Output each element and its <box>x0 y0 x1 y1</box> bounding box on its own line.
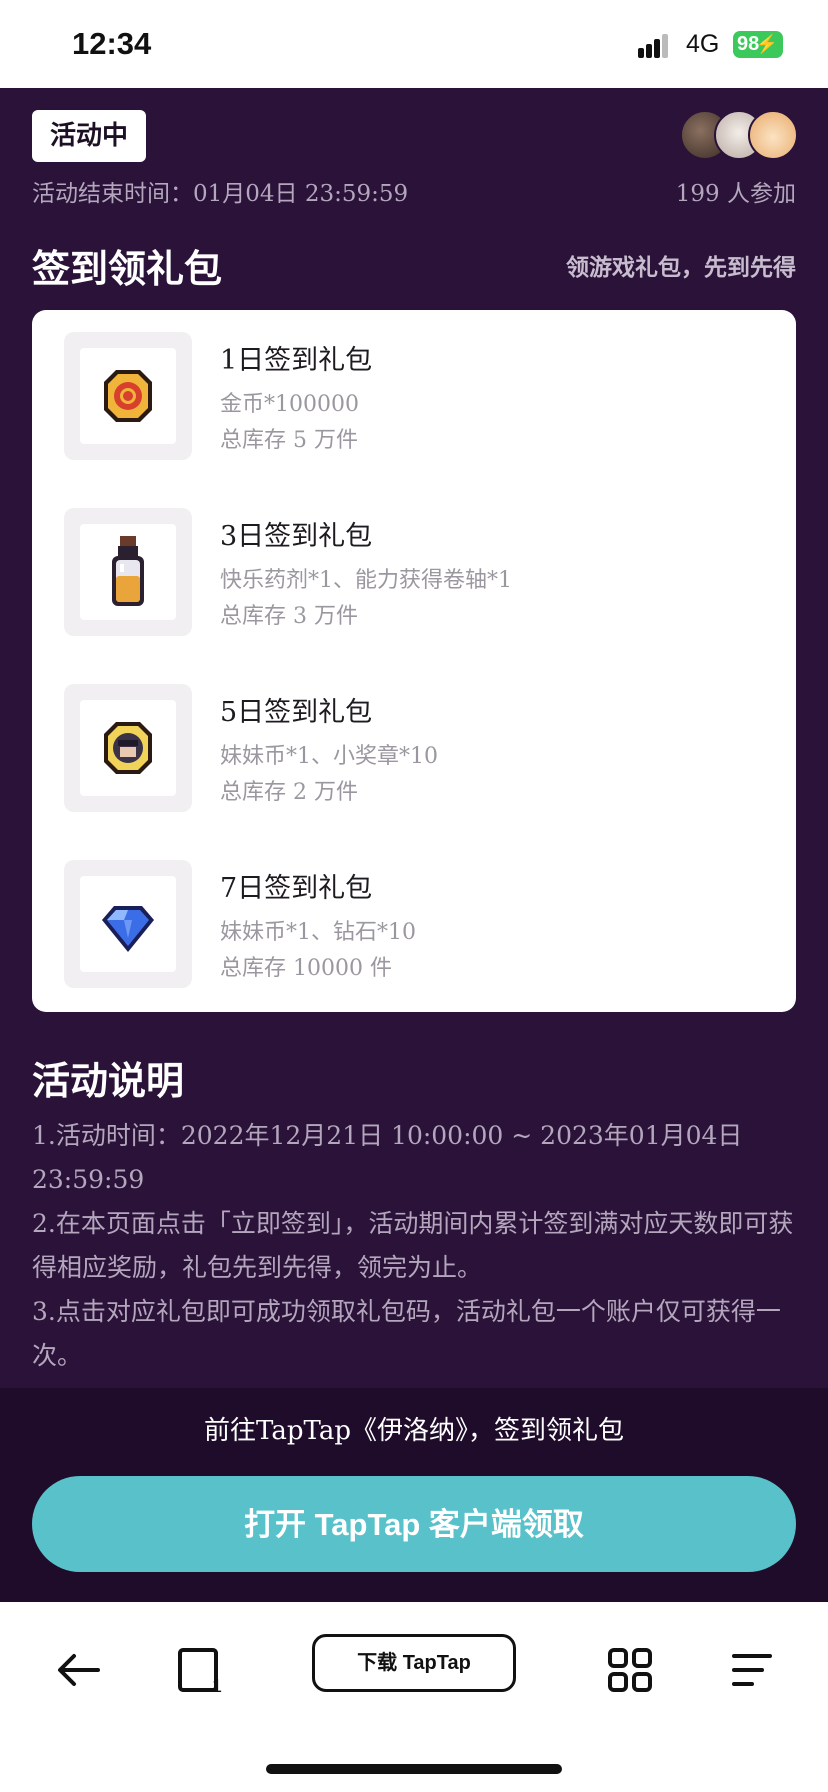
section-title: 签到领礼包 <box>32 247 223 291</box>
gift-thumbnail <box>64 860 192 988</box>
participant-count: 199 人参加 <box>675 181 796 207</box>
status-badge: 活动中 <box>32 110 147 162</box>
gift-content: 金币*100000 <box>220 392 359 417</box>
gift-item[interactable]: 1日签到礼包 金币*100000 总库存 5 万件 <box>64 332 764 460</box>
svg-text:1: 1 <box>212 1676 222 1696</box>
gift-item[interactable]: 5日签到礼包 妹妹币*1、小奖章*10 总库存 2 万件 <box>64 684 764 812</box>
description-line: 2.在本页面点击「立即签到」，活动期间内累计签到满对应天数即可获得相应奖励，礼包… <box>32 1209 794 1282</box>
download-taptap-button[interactable]: 下载 TapTap <box>312 1634 516 1692</box>
gift-thumbnail <box>64 332 192 460</box>
potion-bottle-icon <box>112 536 144 606</box>
gift-item[interactable]: 3日签到礼包 快乐药剂*1、能力获得卷轴*1 总库存 3 万件 <box>64 508 764 636</box>
gift-title: 7日签到礼包 <box>220 873 373 904</box>
section-subtitle: 领游戏礼包，先到先得 <box>566 255 796 281</box>
gift-stock: 总库存 5 万件 <box>220 428 358 453</box>
gift-thumbnail <box>64 684 192 812</box>
home-indicator <box>266 1764 562 1774</box>
gift-stock: 总库存 2 万件 <box>220 780 358 805</box>
description-line: 1.活动时间：2022年12月21日 10:00:00 ~ 2023年01月04… <box>32 1121 743 1194</box>
battery-icon: 98 ⚡ <box>733 31 783 58</box>
gift-content: 快乐药剂*1、能力获得卷轴*1 <box>220 568 512 593</box>
participant-avatars[interactable] <box>680 110 798 162</box>
gift-title: 1日签到礼包 <box>220 345 373 376</box>
gift-list-card: 1日签到礼包 金币*100000 总库存 5 万件 3日签到礼包 快乐药剂*1、… <box>32 310 796 1012</box>
event-page: 活动中 活动结束时间：01月04日 23:59:59 199 人参加 签到领礼包… <box>0 88 828 1602</box>
medal-coin-icon <box>104 722 152 774</box>
diamond-icon <box>102 906 154 952</box>
network-type: 4G <box>686 30 720 58</box>
back-arrow-icon[interactable] <box>50 1642 106 1698</box>
cta-hint: 前往TapTap《伊洛纳》，签到领礼包 <box>204 1416 624 1446</box>
open-taptap-button[interactable]: 打开 TapTap 客户端领取 <box>32 1476 796 1572</box>
gift-stock: 总库存 10000 件 <box>220 956 392 981</box>
gift-thumbnail <box>64 508 192 636</box>
event-end-time: 活动结束时间：01月04日 23:59:59 <box>32 181 409 207</box>
description-body: 1.活动时间：2022年12月21日 10:00:00 ~ 2023年01月04… <box>32 1114 796 1378</box>
gold-coin-icon <box>104 370 152 422</box>
gift-title: 3日签到礼包 <box>220 521 373 552</box>
signal-icon <box>638 34 674 58</box>
gift-content: 妹妹币*1、钻石*10 <box>220 920 416 945</box>
description-line: 3.点击对应礼包即可成功领取礼包码，活动礼包一个账户仅可获得一次。 <box>32 1297 781 1370</box>
gift-content: 妹妹币*1、小奖章*10 <box>220 744 438 769</box>
cta-panel: 前往TapTap《伊洛纳》，签到领礼包 打开 TapTap 客户端领取 <box>0 1388 828 1602</box>
clock: 12:34 <box>72 26 152 61</box>
apps-grid-icon[interactable] <box>602 1642 658 1698</box>
menu-icon[interactable] <box>724 1642 780 1698</box>
gift-title: 5日签到礼包 <box>220 697 373 728</box>
status-bar: 12:34 4G 98 ⚡ <box>0 0 828 88</box>
gift-stock: 总库存 3 万件 <box>220 604 358 629</box>
description-title: 活动说明 <box>32 1059 185 1103</box>
gift-item[interactable]: 7日签到礼包 妹妹币*1、钻石*10 总库存 10000 件 <box>64 860 764 988</box>
tabs-icon[interactable]: 1 <box>172 1642 228 1698</box>
avatar <box>748 110 798 160</box>
